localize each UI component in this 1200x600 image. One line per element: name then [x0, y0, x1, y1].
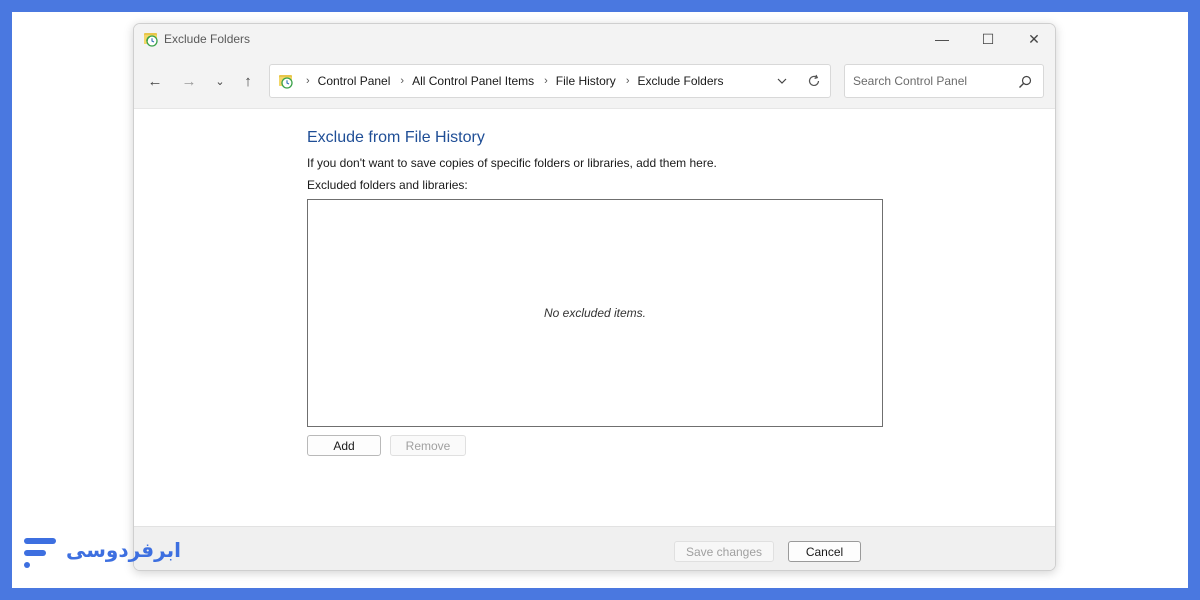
back-button[interactable]: ← [143, 69, 167, 93]
maximize-icon: ☐ [981, 30, 995, 47]
close-button[interactable]: ✕ [1011, 24, 1055, 54]
remove-button: Remove [390, 435, 466, 456]
breadcrumb-control-panel[interactable]: Control Panel [318, 74, 391, 88]
cancel-button[interactable]: Cancel [788, 541, 861, 562]
arrow-up-icon: ↑ [244, 72, 252, 90]
page-title: Exclude from File History [307, 129, 485, 146]
minimize-icon: — [935, 31, 949, 47]
file-history-icon [279, 75, 293, 89]
maximize-button[interactable]: ☐ [965, 24, 1011, 54]
minimize-button[interactable]: — [919, 24, 965, 54]
chevron-down-icon [777, 78, 787, 84]
page-description: If you don't want to save copies of spec… [307, 156, 717, 170]
breadcrumb-exclude-folders[interactable]: Exclude Folders [637, 74, 723, 88]
arrow-left-icon: ← [147, 72, 163, 90]
breadcrumb-all-control-panel-items[interactable]: All Control Panel Items [412, 74, 534, 88]
breadcrumb-file-history[interactable]: File History [556, 74, 616, 88]
refresh-icon [808, 74, 820, 87]
breadcrumb-separator: › [306, 75, 310, 87]
forward-button[interactable]: → [177, 69, 201, 93]
search-icon[interactable] [1017, 74, 1033, 90]
empty-list-message: No excluded items. [543, 306, 647, 320]
main-content: Exclude from File History If you don't w… [134, 109, 1055, 526]
title-bar: Exclude Folders — ☐ ✕ [134, 24, 1055, 54]
breadcrumb-separator: › [400, 75, 405, 87]
save-changes-button: Save changes [674, 541, 774, 562]
up-button[interactable]: ↑ [236, 69, 260, 93]
search-box[interactable] [844, 64, 1044, 98]
address-history-dropdown[interactable] [773, 65, 791, 97]
file-history-icon [144, 33, 158, 47]
navigation-bar: ← → ⌄ ↑ › Control Panel › All Control Pa… [134, 54, 1055, 109]
breadcrumb: › Control Panel › All Control Panel Item… [300, 65, 724, 97]
brand-name: ابرفردوسی [66, 538, 181, 562]
add-button[interactable]: Add [307, 435, 381, 456]
dialog-footer: Save changes Cancel [134, 526, 1055, 570]
breadcrumb-separator: › [544, 75, 548, 87]
brand-logo: ابرفردوسی [22, 532, 182, 572]
breadcrumb-separator: › [625, 75, 630, 87]
window-title: Exclude Folders [164, 32, 251, 46]
excluded-items-list[interactable]: No excluded items. [307, 199, 883, 427]
arrow-right-icon: → [181, 72, 197, 90]
brand-mark-icon [24, 538, 56, 568]
chevron-down-icon: ⌄ [215, 75, 225, 88]
recent-locations-button[interactable]: ⌄ [208, 69, 232, 93]
search-input[interactable] [853, 73, 1013, 89]
address-bar[interactable]: › Control Panel › All Control Panel Item… [269, 64, 831, 98]
close-icon: ✕ [1028, 30, 1040, 47]
excluded-list-label: Excluded folders and libraries: [307, 178, 468, 192]
exclude-folders-window: Exclude Folders — ☐ ✕ ← → ⌄ ↑ › Control … [133, 23, 1056, 571]
refresh-button[interactable] [802, 65, 826, 97]
